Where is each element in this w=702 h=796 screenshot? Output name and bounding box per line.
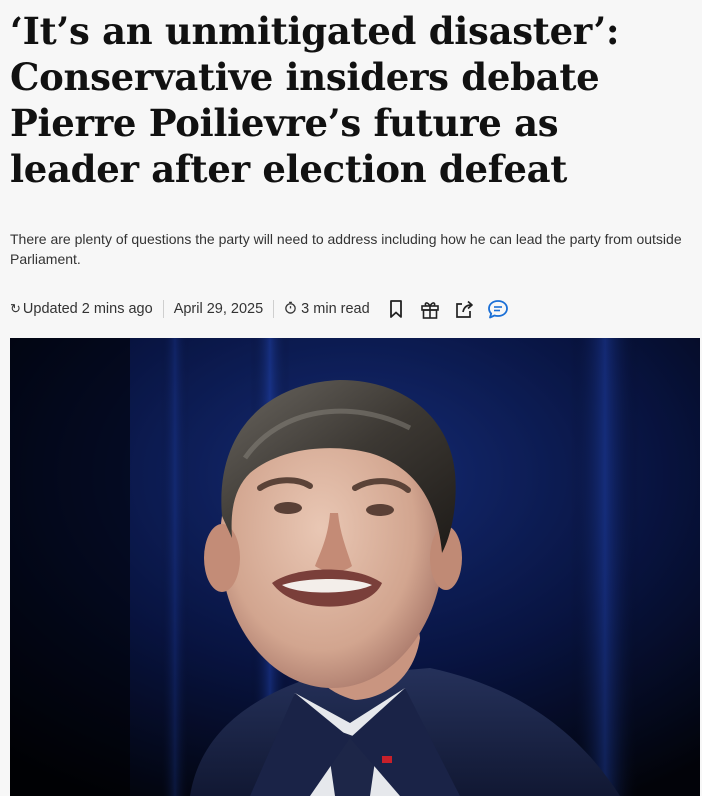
meta-divider xyxy=(273,300,275,318)
refresh-clock-icon: ↻ xyxy=(10,301,21,316)
meta-divider xyxy=(162,300,164,318)
gift-icon[interactable] xyxy=(416,296,444,322)
article-actions xyxy=(382,296,518,322)
hero-photo xyxy=(10,338,700,796)
bookmark-icon[interactable] xyxy=(382,296,410,322)
article-headline: ‘It’s an unmitigated disaster’: Conserva… xyxy=(10,9,620,191)
read-time-label: 3 min read xyxy=(301,301,370,317)
updated-timestamp: ↻ Updated 2 mins ago xyxy=(10,301,153,317)
article-meta-bar: ↻ Updated 2 mins ago April 29, 2025 3 mi… xyxy=(10,296,518,322)
share-icon[interactable] xyxy=(450,296,478,322)
article-dek: There are plenty of questions the party … xyxy=(10,231,682,267)
publish-date: April 29, 2025 xyxy=(173,301,264,317)
portrait-illustration xyxy=(10,338,700,796)
updated-label: Updated 2 mins ago xyxy=(22,301,153,317)
read-time: 3 min read xyxy=(284,301,370,317)
timer-icon xyxy=(284,301,297,317)
comment-icon[interactable] xyxy=(484,296,512,322)
